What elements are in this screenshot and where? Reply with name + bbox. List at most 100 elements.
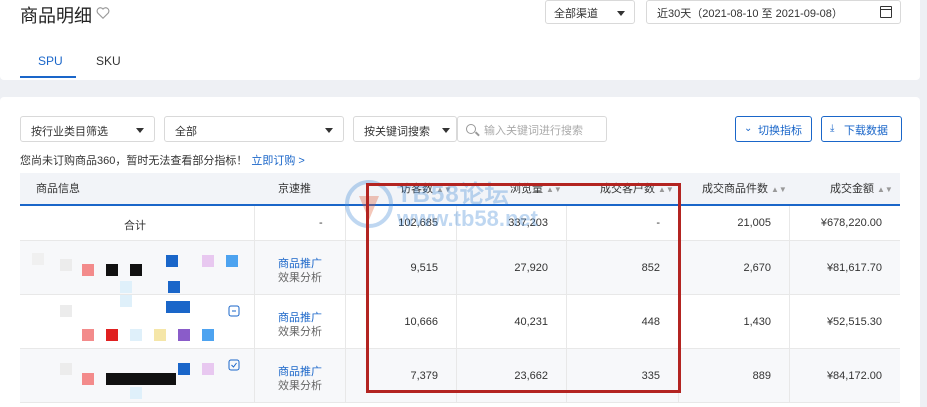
heart-icon[interactable] [96,6,110,20]
column-divider [456,349,457,402]
table-row: 商品推广 效果分析 10,666 40,231 448 1,430 ¥52,51… [20,295,900,349]
row-visitors: 9,515 [410,262,438,274]
page-header-card: 商品明细 全部渠道 近30天（2021-08-10 至 2021-09-08） … [0,0,920,80]
total-items: 21,005 [737,217,771,229]
search-placeholder: 输入关键词进行搜索 [484,125,583,137]
row-items: 1,430 [743,316,771,328]
download-icon: ⤓ [830,123,835,134]
sort-icon: ▲▼ [771,185,787,194]
column-divider [566,349,567,402]
switch-metrics-label: 切换指标 [758,125,802,137]
column-header-jingsutui: 京速推 [278,183,311,195]
column-header-items-sold[interactable]: 成交商品件数 ▲▼ [702,173,787,206]
channel-select[interactable]: 全部渠道 [545,0,635,24]
row-pageviews: 23,662 [514,370,548,382]
column-divider [254,295,255,348]
keyword-mode-select[interactable]: 按关键词搜索 [353,116,457,142]
column-divider [678,241,679,294]
category-filter-select[interactable]: 按行业类目筛选 [20,116,155,142]
column-divider [678,295,679,348]
tab-spu[interactable]: SPU [38,54,63,68]
chevron-down-icon [136,128,144,133]
row-amount: ¥81,617.70 [826,262,882,274]
amount-header-label: 成交金额 [830,183,874,195]
column-header-pageviews[interactable]: 浏览量 ▲▼ [510,173,562,206]
row-buyers: 335 [641,370,660,382]
chevron-down-icon [617,11,625,16]
keyword-mode-value: 按关键词搜索 [364,126,430,138]
effect-analysis-link[interactable]: 效果分析 [278,269,322,285]
total-visitors: 102,685 [398,217,438,229]
column-divider [566,206,567,240]
subscription-notice: 您尚未订购商品360，暂时无法查看部分指标！ 立即订购 > [20,152,305,168]
row-visitors: 7,379 [410,370,438,382]
column-header-product-info: 商品信息 [36,183,80,195]
date-range-value: 近30天（2021-08-10 至 2021-09-08） [657,8,843,20]
category-filter-value: 按行业类目筛选 [31,126,108,138]
row-pageviews: 40,231 [514,316,548,328]
column-divider [678,206,679,240]
row-items: 2,670 [743,262,771,274]
row-buyers: 448 [641,316,660,328]
total-jingsutui: - [319,217,323,229]
column-divider [254,206,255,240]
scope-select-value: 全部 [175,126,197,138]
date-range-picker[interactable]: 近30天（2021-08-10 至 2021-09-08） [646,0,901,24]
buyers-header-label: 成交客户数 [600,183,655,195]
tab-sku[interactable]: SKU [96,54,121,68]
visitors-header-label: 访客数 [400,183,433,195]
row-visitors: 10,666 [404,316,438,328]
calendar-icon [880,6,892,18]
column-divider [456,295,457,348]
search-input[interactable]: 输入关键词进行搜索 [457,116,607,142]
total-buyers: - [656,217,660,229]
notice-text: 您尚未订购商品360，暂时无法查看部分指标！ [20,155,248,167]
column-header-buyers[interactable]: 成交客户数 ▲▼ [600,173,674,206]
link-icon[interactable] [228,359,240,371]
double-chevron-down-icon: ⌄ [744,123,753,134]
product-table: 商品信息 京速推 访客数 ▲▼ 浏览量 ▲▼ 成交客户数 ▲▼ 成交商品件数 ▲▼ 成交… [20,173,900,403]
items-header-label: 成交商品件数 [702,183,768,195]
column-divider [345,241,346,294]
total-label: 合计 [124,220,146,232]
sort-icon: ▲▼ [436,185,452,194]
total-amount: ¥678,220.00 [820,217,882,229]
effect-analysis-link[interactable]: 效果分析 [278,377,322,393]
download-data-button[interactable]: ⤓ 下载数据 [821,116,902,142]
sort-icon: ▲▼ [658,185,674,194]
table-row: 商品推广 效果分析 9,515 27,920 852 2,670 ¥81,617… [20,241,900,295]
column-divider [345,206,346,240]
column-divider [456,241,457,294]
column-divider [789,295,790,348]
subscribe-now-link[interactable]: 立即订购 > [251,155,304,167]
row-amount: ¥52,515.30 [826,316,882,328]
column-header-visitors[interactable]: 访客数 ▲▼ [400,173,452,206]
total-pageviews: 337,203 [508,217,548,229]
column-divider [254,241,255,294]
column-divider [566,241,567,294]
effect-analysis-link[interactable]: 效果分析 [278,323,322,339]
pageviews-header-label: 浏览量 [510,183,543,195]
column-divider [254,349,255,402]
page-title: 商品明细 [20,6,92,26]
download-label: 下载数据 [844,125,888,137]
search-icon [466,124,476,134]
row-items: 889 [752,370,771,382]
link-icon[interactable] [228,305,240,317]
table-row: 商品推广 效果分析 7,379 23,662 335 889 ¥84,172.0… [20,349,900,403]
column-divider [789,349,790,402]
column-divider [566,295,567,348]
column-divider [345,295,346,348]
table-header: 商品信息 京速推 访客数 ▲▼ 浏览量 ▲▼ 成交客户数 ▲▼ 成交商品件数 ▲▼ 成交… [20,173,900,206]
column-divider [456,206,457,240]
scope-select[interactable]: 全部 [164,116,344,142]
active-tab-indicator [20,76,76,78]
chevron-down-icon [325,128,333,133]
column-divider [789,241,790,294]
switch-metrics-button[interactable]: ⌄ 切换指标 [735,116,812,142]
column-header-amount[interactable]: 成交金额 ▲▼ [830,173,893,206]
row-amount: ¥84,172.00 [826,370,882,382]
table-total-row: 合计 - 102,685 337,203 - 21,005 ¥678,220.0… [20,206,900,241]
column-divider [345,349,346,402]
chevron-down-icon [442,128,450,133]
